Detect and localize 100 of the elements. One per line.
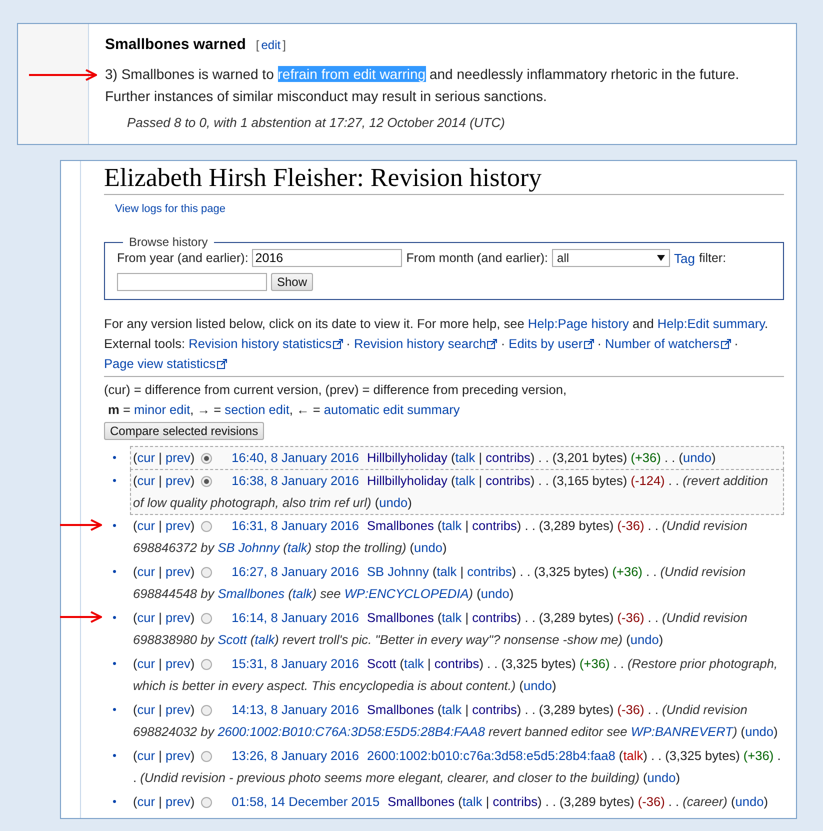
date-link[interactable]: 16:40, 8 January 2016 — [232, 450, 360, 465]
link[interactable]: undo — [379, 495, 408, 510]
date-link[interactable]: 16:27, 8 January 2016 — [232, 564, 360, 579]
link[interactable]: Help:Edit summary — [657, 316, 765, 331]
summary-link[interactable]: 2600:1002:B010:C76A:3D58:E5D5:28B4:FAA8 — [218, 724, 485, 739]
link[interactable]: cur — [137, 564, 156, 579]
user-link[interactable]: contribs — [472, 518, 517, 533]
date-link[interactable]: 14:13, 8 January 2016 — [232, 702, 360, 717]
external-link[interactable]: Revision history statistics — [188, 336, 343, 351]
external-link[interactable]: Page view statistics — [104, 356, 227, 371]
link[interactable]: undo — [630, 632, 659, 647]
radio-button[interactable] — [200, 613, 212, 624]
link[interactable]: section edit — [224, 402, 290, 417]
link[interactable]: talk — [442, 702, 462, 717]
link[interactable]: prev — [165, 610, 190, 625]
user-link[interactable]: Smallbones — [367, 518, 434, 533]
radio-button[interactable] — [200, 453, 212, 464]
link[interactable]: SB Johnny — [367, 564, 429, 579]
date-link[interactable]: 16:14, 8 January 2016 — [232, 610, 360, 625]
user-link[interactable]: Smallbones — [367, 610, 434, 625]
link[interactable]: cur — [137, 748, 156, 763]
link[interactable]: undo — [745, 724, 774, 739]
link[interactable]: cur — [137, 610, 156, 625]
link[interactable]: prev — [165, 473, 190, 488]
radio-button[interactable] — [200, 751, 212, 762]
section-heading: Smallbones warned — [105, 36, 246, 53]
external-link[interactable]: Number of watchers — [605, 336, 731, 351]
date-link[interactable]: 16:38, 8 January 2016 — [232, 473, 360, 488]
tag-link[interactable]: Tag — [674, 250, 695, 266]
tag-input-field[interactable] — [117, 273, 267, 291]
link[interactable]: undo — [735, 794, 764, 809]
link[interactable]: talk — [462, 794, 482, 809]
link[interactable]: talk — [442, 518, 462, 533]
external-link[interactable]: Revision history search — [354, 336, 498, 351]
link[interactable]: cur — [137, 702, 156, 717]
link[interactable]: cur — [137, 794, 156, 809]
radio-button[interactable] — [200, 476, 212, 488]
link[interactable]: prev — [165, 702, 190, 717]
radio-button[interactable] — [200, 567, 212, 578]
user-link[interactable]: contribs — [486, 450, 530, 465]
radio-button[interactable] — [200, 705, 212, 716]
edit-link[interactable]: edit — [261, 38, 281, 52]
show-button[interactable]: Show — [271, 273, 314, 291]
link[interactable]: cur — [137, 473, 156, 488]
radio-button[interactable] — [200, 797, 212, 808]
link[interactable]: Help:Page history — [528, 316, 629, 331]
link[interactable]: prev — [165, 564, 190, 579]
link[interactable]: talk — [404, 656, 424, 671]
date-link[interactable]: 15:31, 8 January 2016 — [232, 656, 360, 671]
date-link[interactable]: 01:58, 14 December 2015 — [232, 794, 380, 809]
summary-link[interactable]: SB Johnny — [218, 540, 280, 555]
link[interactable]: prev — [165, 794, 190, 809]
user-link[interactable]: Smallbones — [388, 794, 455, 809]
logs-link[interactable]: View logs for this page — [115, 203, 226, 215]
link[interactable]: undo — [480, 586, 510, 601]
compare-button[interactable]: Compare selected revisions — [104, 422, 264, 440]
link[interactable]: contribs — [467, 564, 512, 579]
link[interactable]: 2600:1002:b010:c76a:3d58:e5d5:28b4:faa8 — [367, 748, 616, 763]
summary-link[interactable]: Smallbones — [218, 586, 285, 601]
radio-button[interactable] — [200, 659, 212, 670]
link[interactable]: talk — [436, 564, 457, 579]
summary-link[interactable]: Scott — [218, 632, 247, 647]
user-link[interactable]: contribs — [486, 473, 530, 488]
link[interactable]: talk — [455, 473, 476, 488]
link[interactable]: prev — [165, 518, 190, 533]
link[interactable]: minor edit — [134, 402, 190, 417]
user-link[interactable]: contribs — [472, 610, 517, 625]
year-input-field[interactable]: 2016 — [252, 249, 402, 267]
missing-page-link[interactable]: talk — [623, 748, 644, 763]
summary-link[interactable]: WP:BANREVERT — [630, 724, 733, 739]
vote-result-text: Passed 8 to 0, with 1 abstention at 17:27, 12 October 2014 (UTC) — [127, 115, 506, 130]
link[interactable]: undo — [647, 770, 676, 785]
summary-link[interactable]: talk — [292, 586, 312, 601]
link[interactable]: undo — [682, 450, 712, 465]
user-link[interactable]: Hillbillyholiday — [367, 473, 448, 488]
user-link[interactable]: contribs — [472, 702, 517, 717]
link[interactable]: undo — [524, 678, 552, 693]
link[interactable]: talk — [455, 450, 476, 465]
summary-link[interactable]: WP:ENCYCLOPEDIA — [344, 586, 469, 601]
user-link[interactable]: Hillbillyholiday — [367, 450, 448, 465]
radio-button[interactable] — [200, 521, 212, 532]
summary-link[interactable]: talk — [287, 540, 308, 555]
user-link[interactable]: contribs — [492, 794, 538, 809]
link[interactable]: cur — [137, 518, 156, 533]
date-link[interactable]: 13:26, 8 January 2016 — [232, 748, 360, 763]
link[interactable]: talk — [442, 610, 462, 625]
link[interactable]: cur — [137, 450, 156, 465]
link[interactable]: undo — [414, 540, 443, 555]
link[interactable]: prev — [165, 656, 190, 671]
user-link[interactable]: Scott — [367, 656, 396, 671]
link[interactable]: cur — [137, 656, 156, 671]
date-link[interactable]: 16:31, 8 January 2016 — [232, 518, 360, 533]
user-link[interactable]: contribs — [434, 656, 480, 671]
external-link[interactable]: Edits by user — [508, 336, 594, 351]
link[interactable]: prev — [165, 450, 190, 465]
month-dropdown[interactable]: all — [552, 249, 670, 267]
link[interactable]: automatic edit summary — [324, 402, 460, 417]
user-link[interactable]: Smallbones — [367, 702, 434, 717]
summary-link[interactable]: talk — [254, 632, 275, 647]
link[interactable]: prev — [165, 748, 190, 763]
